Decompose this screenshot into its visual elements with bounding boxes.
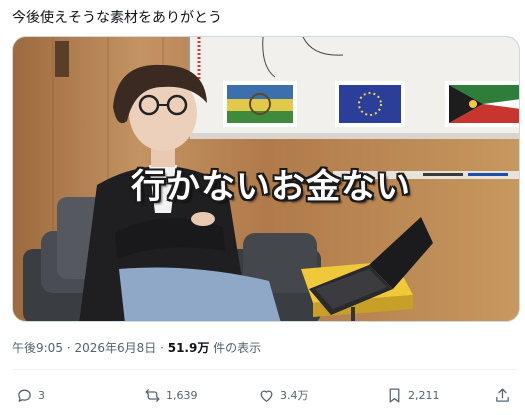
share-button[interactable] xyxy=(494,384,511,406)
bookmark-count: 2,211 xyxy=(408,388,440,402)
bookmark-icon xyxy=(389,387,400,403)
repost-button[interactable]: 1,639 xyxy=(144,384,198,406)
share-icon xyxy=(496,387,509,402)
views-label: 件の表示 xyxy=(213,341,262,355)
reply-count: 3 xyxy=(38,388,45,402)
post-time[interactable]: 午後9:05 xyxy=(12,341,63,355)
meta-separator: · xyxy=(66,341,71,355)
reply-icon xyxy=(18,389,31,402)
like-button[interactable]: 3.4万 xyxy=(258,384,309,406)
bookmark-button[interactable]: 2,211 xyxy=(386,384,440,406)
views-count: 51.9万 xyxy=(167,341,210,355)
heart-icon xyxy=(260,390,273,402)
video-caption-overlay: 行かないお金ない xyxy=(131,167,411,207)
action-bar: 3 1,639 3.4万 2,211 xyxy=(16,384,516,406)
repost-count: 1,639 xyxy=(166,388,198,402)
meta-separator-2: · xyxy=(160,341,164,355)
post-date[interactable]: 2026年6月8日 xyxy=(74,341,156,355)
video-media[interactable]: 行かないお金ない xyxy=(12,36,520,322)
reply-button[interactable]: 3 xyxy=(16,384,45,406)
post-meta: 午後9:05 · 2026年6月8日 · 51.9万 件の表示 xyxy=(12,340,261,356)
divider xyxy=(12,369,517,370)
repost-icon xyxy=(145,388,160,402)
post-text: 今後使えそうな素材をありがとう xyxy=(12,10,222,26)
like-count: 3.4万 xyxy=(280,389,309,402)
